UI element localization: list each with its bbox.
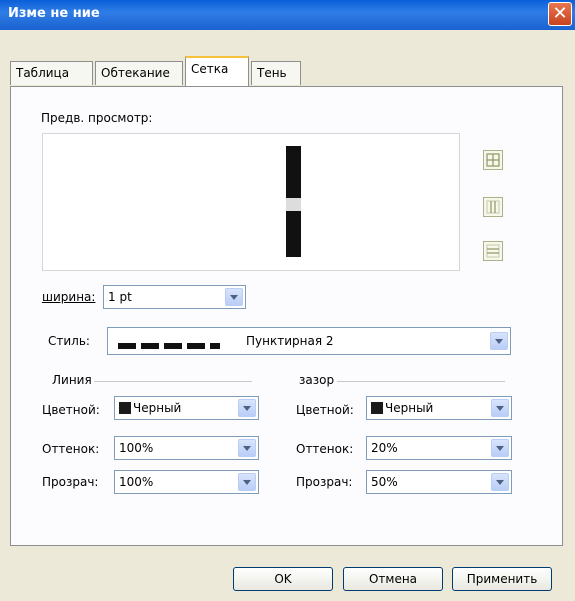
tab-grid[interactable]: Сетка: [185, 56, 249, 86]
gap-color-label: Цветной:: [296, 403, 354, 417]
tab-shadow-label: Тень: [257, 66, 287, 80]
close-button[interactable]: ✕: [548, 2, 572, 26]
gap-color-value: Черный: [371, 401, 433, 415]
color-swatch: [119, 402, 131, 414]
dialog-window: Изме не ние ✕ Таблица Обтекание Сетка Те…: [0, 0, 575, 601]
all-borders-icon[interactable]: [483, 150, 503, 170]
preview-line-top: [286, 146, 301, 198]
line-group-title: Линия: [52, 373, 92, 387]
gap-tint-value: 20%: [371, 441, 398, 455]
line-transparency-select[interactable]: 100%: [114, 470, 259, 494]
cancel-button[interactable]: Отмена: [343, 567, 443, 591]
tab-wrap-label: Обтекание: [101, 66, 170, 80]
line-color-value: Черный: [119, 401, 181, 415]
line-color-select[interactable]: Черный: [114, 396, 259, 420]
style-label: Стиль:: [48, 334, 90, 348]
gap-transparency-label: Прозрач:: [296, 475, 353, 489]
ok-button[interactable]: OK: [233, 567, 333, 591]
chevron-down-icon[interactable]: [490, 332, 508, 350]
gap-color-select[interactable]: Черный: [366, 396, 512, 420]
gap-group-title: зазор: [299, 373, 335, 387]
color-swatch: [371, 402, 383, 414]
line-tint-label: Оттенок:: [42, 442, 100, 456]
preview-gap: [286, 198, 301, 211]
tab-grid-label: Сетка: [191, 62, 229, 76]
line-tint-value: 100%: [119, 441, 154, 455]
chevron-down-icon[interactable]: [238, 399, 256, 417]
horizontal-borders-icon[interactable]: [483, 241, 503, 261]
tab-table[interactable]: Таблица: [10, 61, 93, 85]
gap-color-text: Черный: [385, 401, 434, 415]
width-select[interactable]: 1 pt: [103, 285, 246, 309]
chevron-down-icon[interactable]: [491, 473, 509, 491]
tab-table-label: Таблица: [16, 66, 70, 80]
vertical-borders-icon[interactable]: [483, 197, 503, 217]
chevron-down-icon[interactable]: [238, 439, 256, 457]
style-value: Пунктирная 2: [246, 334, 334, 348]
gap-transparency-select[interactable]: 50%: [366, 470, 512, 494]
window-title: Изме не ние: [8, 6, 100, 21]
chevron-down-icon[interactable]: [491, 399, 509, 417]
preview-line-bottom: [286, 211, 301, 257]
title-bar[interactable]: Изме не ние ✕: [0, 0, 575, 30]
tab-shadow[interactable]: Тень: [251, 61, 301, 85]
gap-tint-select[interactable]: 20%: [366, 436, 512, 460]
line-color-text: Черный: [133, 401, 182, 415]
gap-tint-label: Оттенок:: [296, 442, 354, 456]
preview-label: Предв. просмотр:: [41, 111, 153, 125]
chevron-down-icon[interactable]: [238, 473, 256, 491]
tab-wrap[interactable]: Обтекание: [95, 61, 183, 85]
chevron-down-icon[interactable]: [491, 439, 509, 457]
chevron-down-icon[interactable]: [225, 288, 243, 306]
line-tint-select[interactable]: 100%: [114, 436, 259, 460]
gap-group-divider: [337, 381, 505, 382]
close-icon: ✕: [552, 3, 568, 24]
line-group-divider: [94, 381, 252, 382]
preview-area: [42, 133, 460, 271]
style-select[interactable]: Пунктирная 2: [107, 327, 511, 355]
line-transparency-label: Прозрач:: [42, 475, 99, 489]
dash-pattern-icon: [118, 338, 225, 352]
gap-transparency-value: 50%: [371, 475, 398, 489]
width-label: ширина:: [42, 290, 96, 304]
line-color-label: Цветной:: [42, 403, 100, 417]
line-transparency-value: 100%: [119, 475, 154, 489]
width-value: 1 pt: [108, 290, 132, 304]
apply-button[interactable]: Применить: [452, 567, 552, 591]
